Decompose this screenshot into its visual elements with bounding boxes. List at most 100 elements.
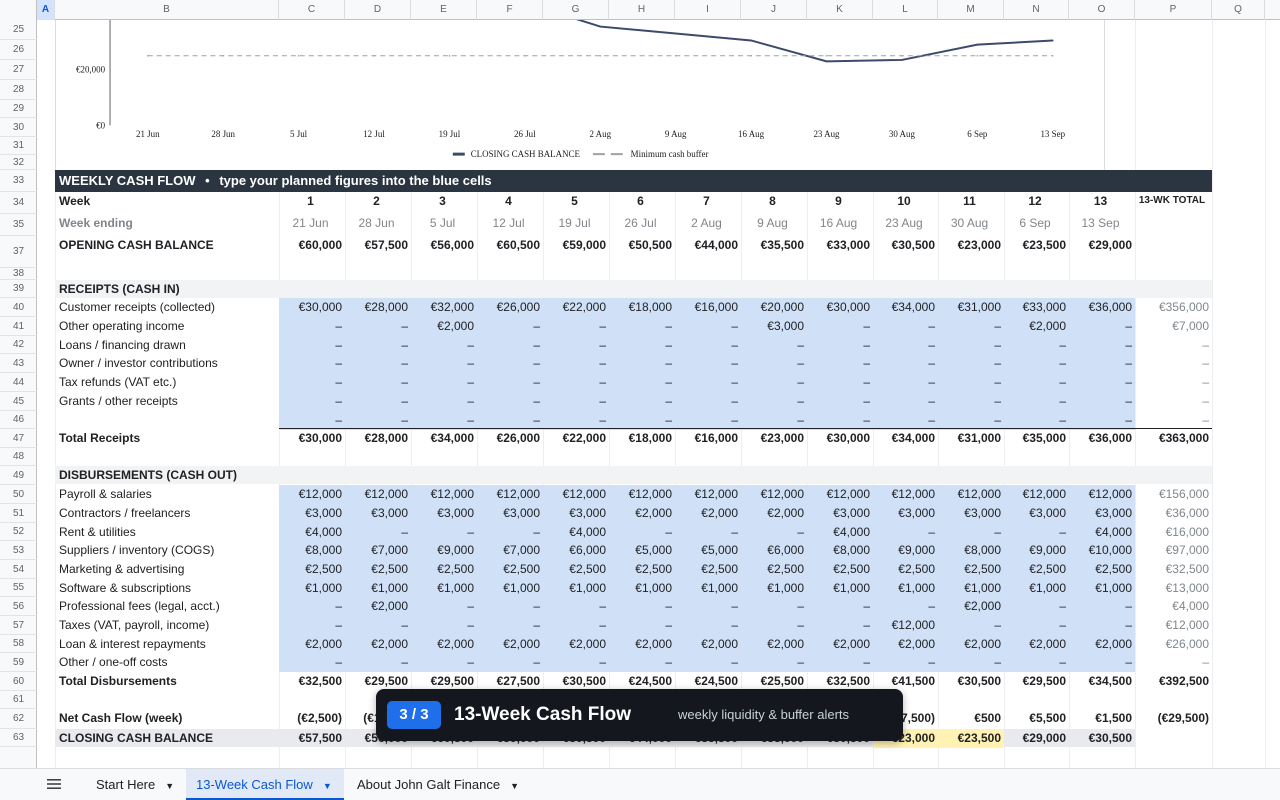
receipt-input-cell[interactable]: – [741, 336, 807, 355]
week-ending-date[interactable]: 12 Jul [477, 214, 543, 233]
receipt-input-cell[interactable]: – [609, 336, 675, 355]
receipt-input-cell[interactable]: – [873, 411, 938, 430]
receipt-row-label[interactable]: Customer receipts (collected) [59, 298, 279, 317]
week-ending-date[interactable]: 16 Aug [807, 214, 873, 233]
disbursement-input-cell[interactable]: – [609, 653, 675, 672]
disbursement-input-cell[interactable]: – [1069, 653, 1135, 672]
row-header-42[interactable]: 42 [0, 336, 37, 354]
disbursement-input-cell[interactable]: €2,500 [279, 560, 345, 579]
receipt-input-cell[interactable]: – [345, 354, 411, 373]
disbursement-input-cell[interactable]: – [345, 653, 411, 672]
disbursement-input-cell[interactable]: – [411, 653, 477, 672]
receipt-input-cell[interactable]: – [807, 317, 873, 336]
disbursement-total-cell[interactable]: – [1135, 653, 1212, 672]
receipt-input-cell[interactable]: – [1004, 336, 1069, 355]
receipt-input-cell[interactable]: – [807, 411, 873, 430]
receipt-input-cell[interactable]: €28,000 [345, 298, 411, 317]
total-disbursements-sum[interactable]: €392,500 [1135, 672, 1212, 691]
week-number[interactable]: 5 [543, 192, 609, 211]
week-ending-date[interactable]: 21 Jun [279, 214, 345, 233]
closing-balance-cell[interactable]: €23,500 [938, 729, 1004, 748]
receipt-input-cell[interactable]: €20,000 [741, 298, 807, 317]
disbursement-input-cell[interactable]: €5,000 [675, 541, 741, 560]
column-header-c[interactable]: C [279, 0, 345, 20]
receipt-input-cell[interactable]: – [279, 373, 345, 392]
receipt-input-cell[interactable]: – [1004, 411, 1069, 430]
row-header-30[interactable]: 30 [0, 118, 37, 137]
total-disbursements-label[interactable]: Total Disbursements [59, 672, 279, 691]
disbursement-input-cell[interactable]: – [345, 523, 411, 542]
disbursement-input-cell[interactable]: – [807, 616, 873, 635]
disbursement-row-label[interactable]: Rent & utilities [59, 523, 279, 542]
net-cash-flow-cell[interactable]: (€2,500) [279, 709, 345, 728]
opening-balance-cell[interactable]: €56,000 [411, 236, 477, 255]
receipt-input-cell[interactable]: – [543, 411, 609, 430]
disbursement-input-cell[interactable]: €1,000 [675, 579, 741, 598]
receipt-input-cell[interactable]: – [741, 373, 807, 392]
disbursement-total-cell[interactable]: €26,000 [1135, 635, 1212, 654]
receipt-input-cell[interactable]: – [1069, 317, 1135, 336]
column-header-f[interactable]: F [477, 0, 543, 20]
disbursement-input-cell[interactable]: €1,000 [477, 579, 543, 598]
receipt-input-cell[interactable]: €36,000 [1069, 298, 1135, 317]
row-header-58[interactable]: 58 [0, 635, 37, 653]
total-disbursements-cell[interactable]: €29,500 [345, 672, 411, 691]
row-header-59[interactable]: 59 [0, 653, 37, 672]
disbursement-input-cell[interactable]: €1,000 [807, 579, 873, 598]
receipt-input-cell[interactable]: – [345, 336, 411, 355]
disbursement-input-cell[interactable]: €2,000 [411, 635, 477, 654]
row-header-45[interactable]: 45 [0, 392, 37, 411]
receipt-input-cell[interactable]: €2,000 [411, 317, 477, 336]
receipt-input-cell[interactable]: €18,000 [609, 298, 675, 317]
receipt-total-cell[interactable]: – [1135, 354, 1212, 373]
opening-balance-cell[interactable]: €50,500 [609, 236, 675, 255]
row-header-44[interactable]: 44 [0, 373, 37, 392]
tab-caret-icon[interactable]: ▼ [510, 781, 519, 791]
receipt-total-cell[interactable]: – [1135, 336, 1212, 355]
disbursement-input-cell[interactable]: – [873, 523, 938, 542]
row-header-62[interactable]: 62 [0, 709, 37, 729]
tab-start-here[interactable]: Start Here ▼ [86, 769, 186, 800]
tab-13-week-cash-flow[interactable]: 13-Week Cash Flow ▼ [186, 769, 344, 800]
receipt-input-cell[interactable]: – [938, 411, 1004, 430]
disbursement-input-cell[interactable]: – [873, 597, 938, 616]
receipt-input-cell[interactable]: – [675, 317, 741, 336]
column-header-p[interactable]: P [1135, 0, 1212, 20]
total-receipts-cell[interactable]: €23,000 [741, 429, 807, 448]
disbursement-input-cell[interactable]: €2,500 [807, 560, 873, 579]
week-label[interactable]: Week [59, 192, 279, 211]
opening-balance-cell[interactable]: €29,000 [1069, 236, 1135, 255]
receipt-row-label[interactable]: Loans / financing drawn [59, 336, 279, 355]
receipt-input-cell[interactable]: – [938, 354, 1004, 373]
total-disbursements-cell[interactable]: €29,500 [411, 672, 477, 691]
disbursement-row-label[interactable]: Suppliers / inventory (COGS) [59, 541, 279, 560]
disbursement-input-cell[interactable]: €9,000 [411, 541, 477, 560]
receipt-input-cell[interactable]: €3,000 [741, 317, 807, 336]
week-number[interactable]: 13 [1069, 192, 1135, 211]
disbursement-input-cell[interactable]: – [411, 597, 477, 616]
receipt-input-cell[interactable]: – [873, 354, 938, 373]
disbursement-input-cell[interactable]: – [675, 616, 741, 635]
receipt-input-cell[interactable]: – [938, 336, 1004, 355]
total-disbursements-cell[interactable]: €32,500 [807, 672, 873, 691]
receipt-row-label[interactable]: Other operating income [59, 317, 279, 336]
disbursement-input-cell[interactable]: – [477, 523, 543, 542]
column-header-n[interactable]: N [1004, 0, 1069, 20]
total-receipts-sum[interactable]: €363,000 [1135, 429, 1212, 448]
disbursement-input-cell[interactable]: €2,500 [1069, 560, 1135, 579]
disbursement-input-cell[interactable]: €6,000 [543, 541, 609, 560]
disbursement-input-cell[interactable]: €12,000 [741, 485, 807, 504]
disbursement-input-cell[interactable]: €12,000 [675, 485, 741, 504]
disbursement-input-cell[interactable]: – [1004, 616, 1069, 635]
disbursement-input-cell[interactable]: – [938, 523, 1004, 542]
disbursement-input-cell[interactable]: €2,000 [1004, 635, 1069, 654]
row-header-57[interactable]: 57 [0, 616, 37, 635]
disbursement-input-cell[interactable]: €12,000 [873, 485, 938, 504]
receipt-input-cell[interactable]: €30,000 [807, 298, 873, 317]
week-ending-date[interactable]: 9 Aug [741, 214, 807, 233]
receipt-input-cell[interactable]: €33,000 [1004, 298, 1069, 317]
receipt-input-cell[interactable]: €34,000 [873, 298, 938, 317]
receipt-input-cell[interactable]: €32,000 [411, 298, 477, 317]
total-disbursements-cell[interactable]: €24,500 [675, 672, 741, 691]
row-header-52[interactable]: 52 [0, 523, 37, 541]
